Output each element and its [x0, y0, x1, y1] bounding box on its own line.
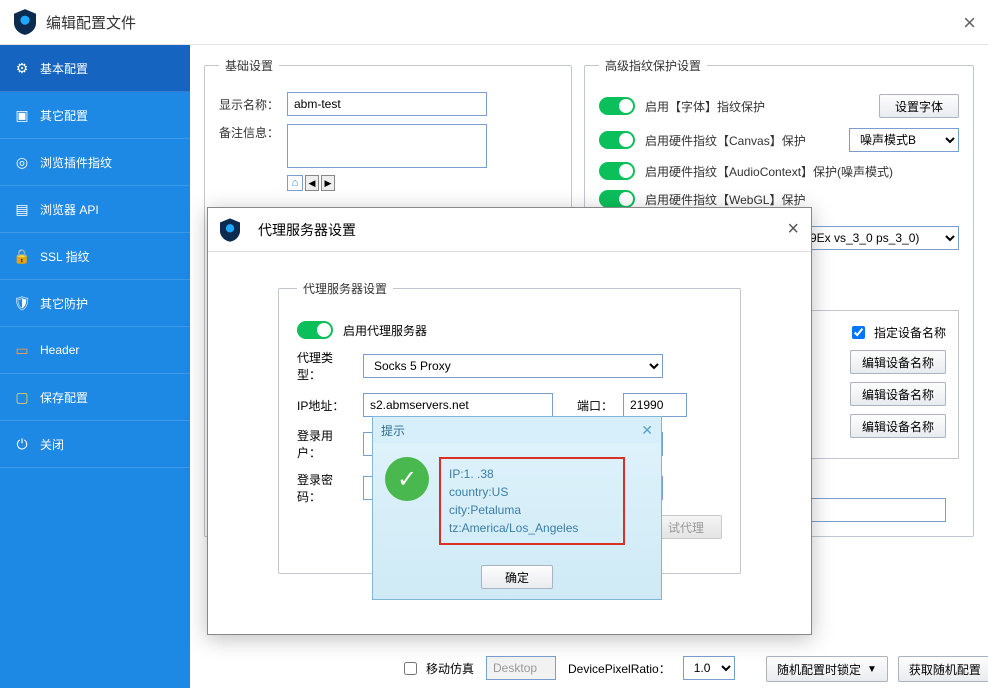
nav-label: 基本配置	[40, 60, 88, 77]
nav-basic[interactable]: ⚙ 基本配置	[0, 45, 190, 92]
audio-label: 启用硬件指纹【AudioContext】保护(噪声模式)	[645, 163, 959, 180]
proxy-type-label: 代理类型：	[297, 349, 353, 383]
nav-label: Header	[40, 343, 79, 357]
save-icon: ▢	[14, 389, 30, 405]
prev-icon[interactable]: ◀	[305, 175, 319, 191]
nav-label: 浏览插件指纹	[40, 154, 112, 171]
tip-info-box: IP:1. .38 country:US city:Petaluma tz:Am…	[439, 457, 625, 545]
pass-label: 登录密码：	[297, 471, 353, 505]
tip-close-icon[interactable]: ✕	[641, 422, 653, 439]
tip-tz: tz:America/Los_Angeles	[449, 519, 615, 537]
webgl-toggle[interactable]	[599, 190, 635, 208]
hw-select[interactable]: 9Ex vs_3_0 ps_3_0)	[799, 226, 959, 250]
header-icon: ▭	[14, 342, 30, 358]
proxy-close-icon[interactable]: ×	[787, 218, 799, 241]
app-logo-icon	[220, 218, 240, 242]
edit-device-3-button[interactable]: 编辑设备名称	[850, 414, 946, 438]
canvas-label: 启用硬件指纹【Canvas】保护	[645, 132, 839, 149]
lock-random-button[interactable]: 随机配置时锁定▼	[766, 656, 888, 682]
list-icon: ▤	[14, 201, 30, 217]
tip-city: city:Petaluma	[449, 501, 615, 519]
webgl-label: 启用硬件指纹【WebGL】保护	[645, 191, 959, 208]
nav-close[interactable]: ⏻ 关闭	[0, 421, 190, 468]
get-random-button[interactable]: 获取随机配置▼	[898, 656, 988, 682]
audio-toggle[interactable]	[599, 162, 635, 180]
ratio-select[interactable]: 1.0	[683, 656, 735, 680]
home-icon[interactable]: ⌂	[287, 175, 303, 191]
ip-input[interactable]	[363, 393, 553, 417]
mobile-label: 移动仿真	[426, 660, 474, 677]
port-input[interactable]	[623, 393, 687, 417]
display-name-label: 显示名称：	[219, 96, 279, 113]
nav-browser-api[interactable]: ▤ 浏览器 API	[0, 186, 190, 233]
nav-other[interactable]: ▣ 其它配置	[0, 92, 190, 139]
set-font-button[interactable]: 设置字体	[879, 94, 959, 118]
window-close-icon[interactable]: ×	[963, 10, 976, 36]
nav-label: 保存配置	[40, 389, 88, 406]
shield-icon: 🛡	[14, 295, 30, 311]
gear-icon: ⚙	[14, 60, 30, 76]
mobile-row: 移动仿真 DevicePixelRatio： 1.0	[400, 656, 735, 680]
tip-ip: IP:1. .38	[449, 465, 615, 483]
nav-label: SSL 指纹	[40, 248, 90, 265]
success-check-icon: ✓	[385, 457, 429, 501]
device-checkbox[interactable]	[852, 326, 865, 339]
nav-label: 浏览器 API	[40, 201, 99, 218]
window-title: 编辑配置文件	[46, 12, 136, 33]
lock-icon: 🔒	[14, 248, 30, 264]
adv-legend: 高级指纹保护设置	[599, 57, 707, 74]
sidebar: ⚙ 基本配置 ▣ 其它配置 ◎ 浏览插件指纹 ▤ 浏览器 API 🔒 SSL 指纹 🛡 其它…	[0, 45, 190, 688]
user-label: 登录用户：	[297, 427, 353, 461]
next-icon[interactable]: ▶	[321, 175, 335, 191]
ip-label: IP地址：	[297, 397, 353, 414]
tip-country: country:US	[449, 483, 615, 501]
nav-header[interactable]: ▭ Header	[0, 327, 190, 374]
port-label: 端口：	[577, 397, 613, 414]
target-icon: ◎	[14, 154, 30, 170]
proxy-dialog-header: 代理服务器设置 ×	[208, 208, 811, 252]
tip-title: 提示	[381, 422, 405, 439]
ratio-label: DevicePixelRatio：	[568, 660, 671, 677]
panel-icon: ▣	[14, 107, 30, 123]
nav-label: 关闭	[40, 436, 64, 453]
nav-label: 其它防护	[40, 295, 88, 312]
basic-legend: 基础设置	[219, 57, 279, 74]
remark-label: 备注信息：	[219, 124, 279, 141]
proxy-dialog-title: 代理服务器设置	[258, 220, 356, 240]
nav-plugin-fp[interactable]: ◎ 浏览插件指纹	[0, 139, 190, 186]
tip-header: 提示 ✕	[373, 417, 661, 443]
canvas-mode-select[interactable]: 噪声模式B	[849, 128, 959, 152]
nav-save[interactable]: ▢ 保存配置	[0, 374, 190, 421]
proxy-enable-label: 启用代理服务器	[343, 322, 427, 339]
proxy-enable-toggle[interactable]	[297, 321, 333, 339]
proxy-legend: 代理服务器设置	[297, 280, 393, 297]
edit-device-1-button[interactable]: 编辑设备名称	[850, 350, 946, 374]
power-icon: ⏻	[14, 436, 30, 452]
font-toggle[interactable]	[599, 97, 635, 115]
tip-dialog: 提示 ✕ ✓ IP:1. .38 country:US city:Petaluma…	[372, 416, 662, 600]
device-check-label: 指定设备名称	[874, 324, 946, 341]
app-logo-icon	[14, 9, 36, 35]
proxy-type-select[interactable]: Socks 5 Proxy	[363, 354, 663, 378]
tip-ok-button[interactable]: 确定	[481, 565, 553, 589]
canvas-toggle[interactable]	[599, 131, 635, 149]
mobile-checkbox[interactable]	[404, 662, 417, 675]
nav-label: 其它配置	[40, 107, 88, 124]
remark-input[interactable]	[287, 124, 487, 168]
nav-other-protect[interactable]: 🛡 其它防护	[0, 280, 190, 327]
desktop-input	[486, 656, 556, 680]
bottom-bar: 随机配置时锁定▼ 获取随机配置▼ 保存配置	[766, 656, 974, 682]
nav-ssl-fp[interactable]: 🔒 SSL 指纹	[0, 233, 190, 280]
display-name-input[interactable]	[287, 92, 487, 116]
edit-device-2-button[interactable]: 编辑设备名称	[850, 382, 946, 406]
font-label: 启用【字体】指纹保护	[645, 98, 869, 115]
titlebar: 编辑配置文件 ×	[0, 0, 988, 45]
chevron-down-icon: ▼	[867, 664, 877, 675]
